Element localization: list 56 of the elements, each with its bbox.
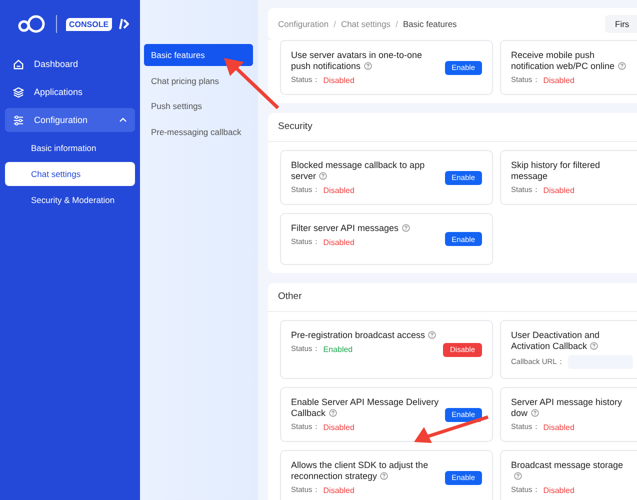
feature-title: Blocked message callback to app server [291, 160, 426, 182]
status-value: Disabled [323, 238, 354, 246]
breadcrumb-separator: / [334, 19, 336, 29]
feature-title: User Deactivation and Activation Callback [511, 330, 601, 352]
sliders-icon [13, 114, 24, 126]
feature-title: Enable Server API Message Delivery Callback [291, 397, 439, 419]
header-button[interactable]: Firs [605, 15, 637, 33]
breadcrumb-separator: / [396, 19, 398, 29]
subnav-item[interactable]: Push settings [144, 95, 253, 118]
feature-title: Receive mobile push notification web/PC online [511, 50, 633, 72]
feature-title: Filter server API messages [291, 223, 439, 234]
console-badge: CONSOLE [66, 18, 112, 30]
help-icon[interactable] [380, 472, 388, 480]
status-value: Disabled [323, 76, 354, 84]
help-icon[interactable] [428, 331, 436, 339]
subnav-item[interactable]: Basic features [144, 44, 253, 66]
subnav-item[interactable]: Chat pricing plans [144, 70, 253, 92]
section-title: Security [268, 113, 637, 142]
code-icon [116, 18, 129, 30]
help-icon[interactable] [530, 409, 539, 417]
sidebar-item[interactable]: Configuration [5, 108, 135, 132]
logo-icon [17, 14, 47, 34]
subnav-item[interactable]: Pre-messaging callback [144, 120, 253, 143]
breadcrumb-item[interactable]: Chat settings [340, 19, 391, 29]
help-icon[interactable] [364, 62, 372, 70]
help-icon[interactable] [328, 409, 337, 417]
feature-title: Server API message history dow [511, 397, 624, 419]
sidebar-subitem[interactable]: Security & Moderation [5, 188, 135, 212]
feature-title: Pre-registration broadcast access [291, 330, 437, 341]
sidebar-subitem[interactable]: Basic information [5, 136, 135, 160]
status-value: Disabled [543, 186, 574, 194]
sidebar-subitem[interactable]: Chat settings [5, 162, 135, 186]
feature-title: Broadcast message storage [511, 460, 633, 482]
help-icon[interactable] [590, 342, 598, 350]
breadcrumb-item[interactable]: Configuration [278, 19, 329, 29]
sidebar-item[interactable]: Dashboard [5, 52, 135, 76]
annotation-arrow [222, 56, 282, 111]
breadcrumb-item: Basic features [402, 19, 457, 29]
status-value: Enabled [323, 344, 353, 354]
feature-title: Allows the client SDK to adjust the reconnection strategy [291, 460, 430, 482]
status-value: Disabled [323, 422, 354, 432]
status-value: Disabled [323, 186, 354, 194]
sidebar-item[interactable]: Applications [5, 80, 135, 104]
section-title: Other [268, 283, 637, 312]
help-icon[interactable] [402, 224, 410, 232]
status-value: Disabled [543, 486, 574, 494]
feature-title: Skip history for filtered message [511, 160, 602, 182]
help-icon[interactable] [618, 62, 626, 70]
feature-title: Use server avatars in one-to-one push notifications [291, 50, 424, 72]
status-value: Disabled [543, 76, 574, 84]
help-icon[interactable] [514, 472, 522, 480]
status-value: Disabled [323, 486, 354, 494]
layers-icon [13, 86, 24, 98]
home-icon [13, 58, 24, 70]
help-icon[interactable] [319, 172, 328, 180]
status-value: Disabled [543, 422, 574, 432]
